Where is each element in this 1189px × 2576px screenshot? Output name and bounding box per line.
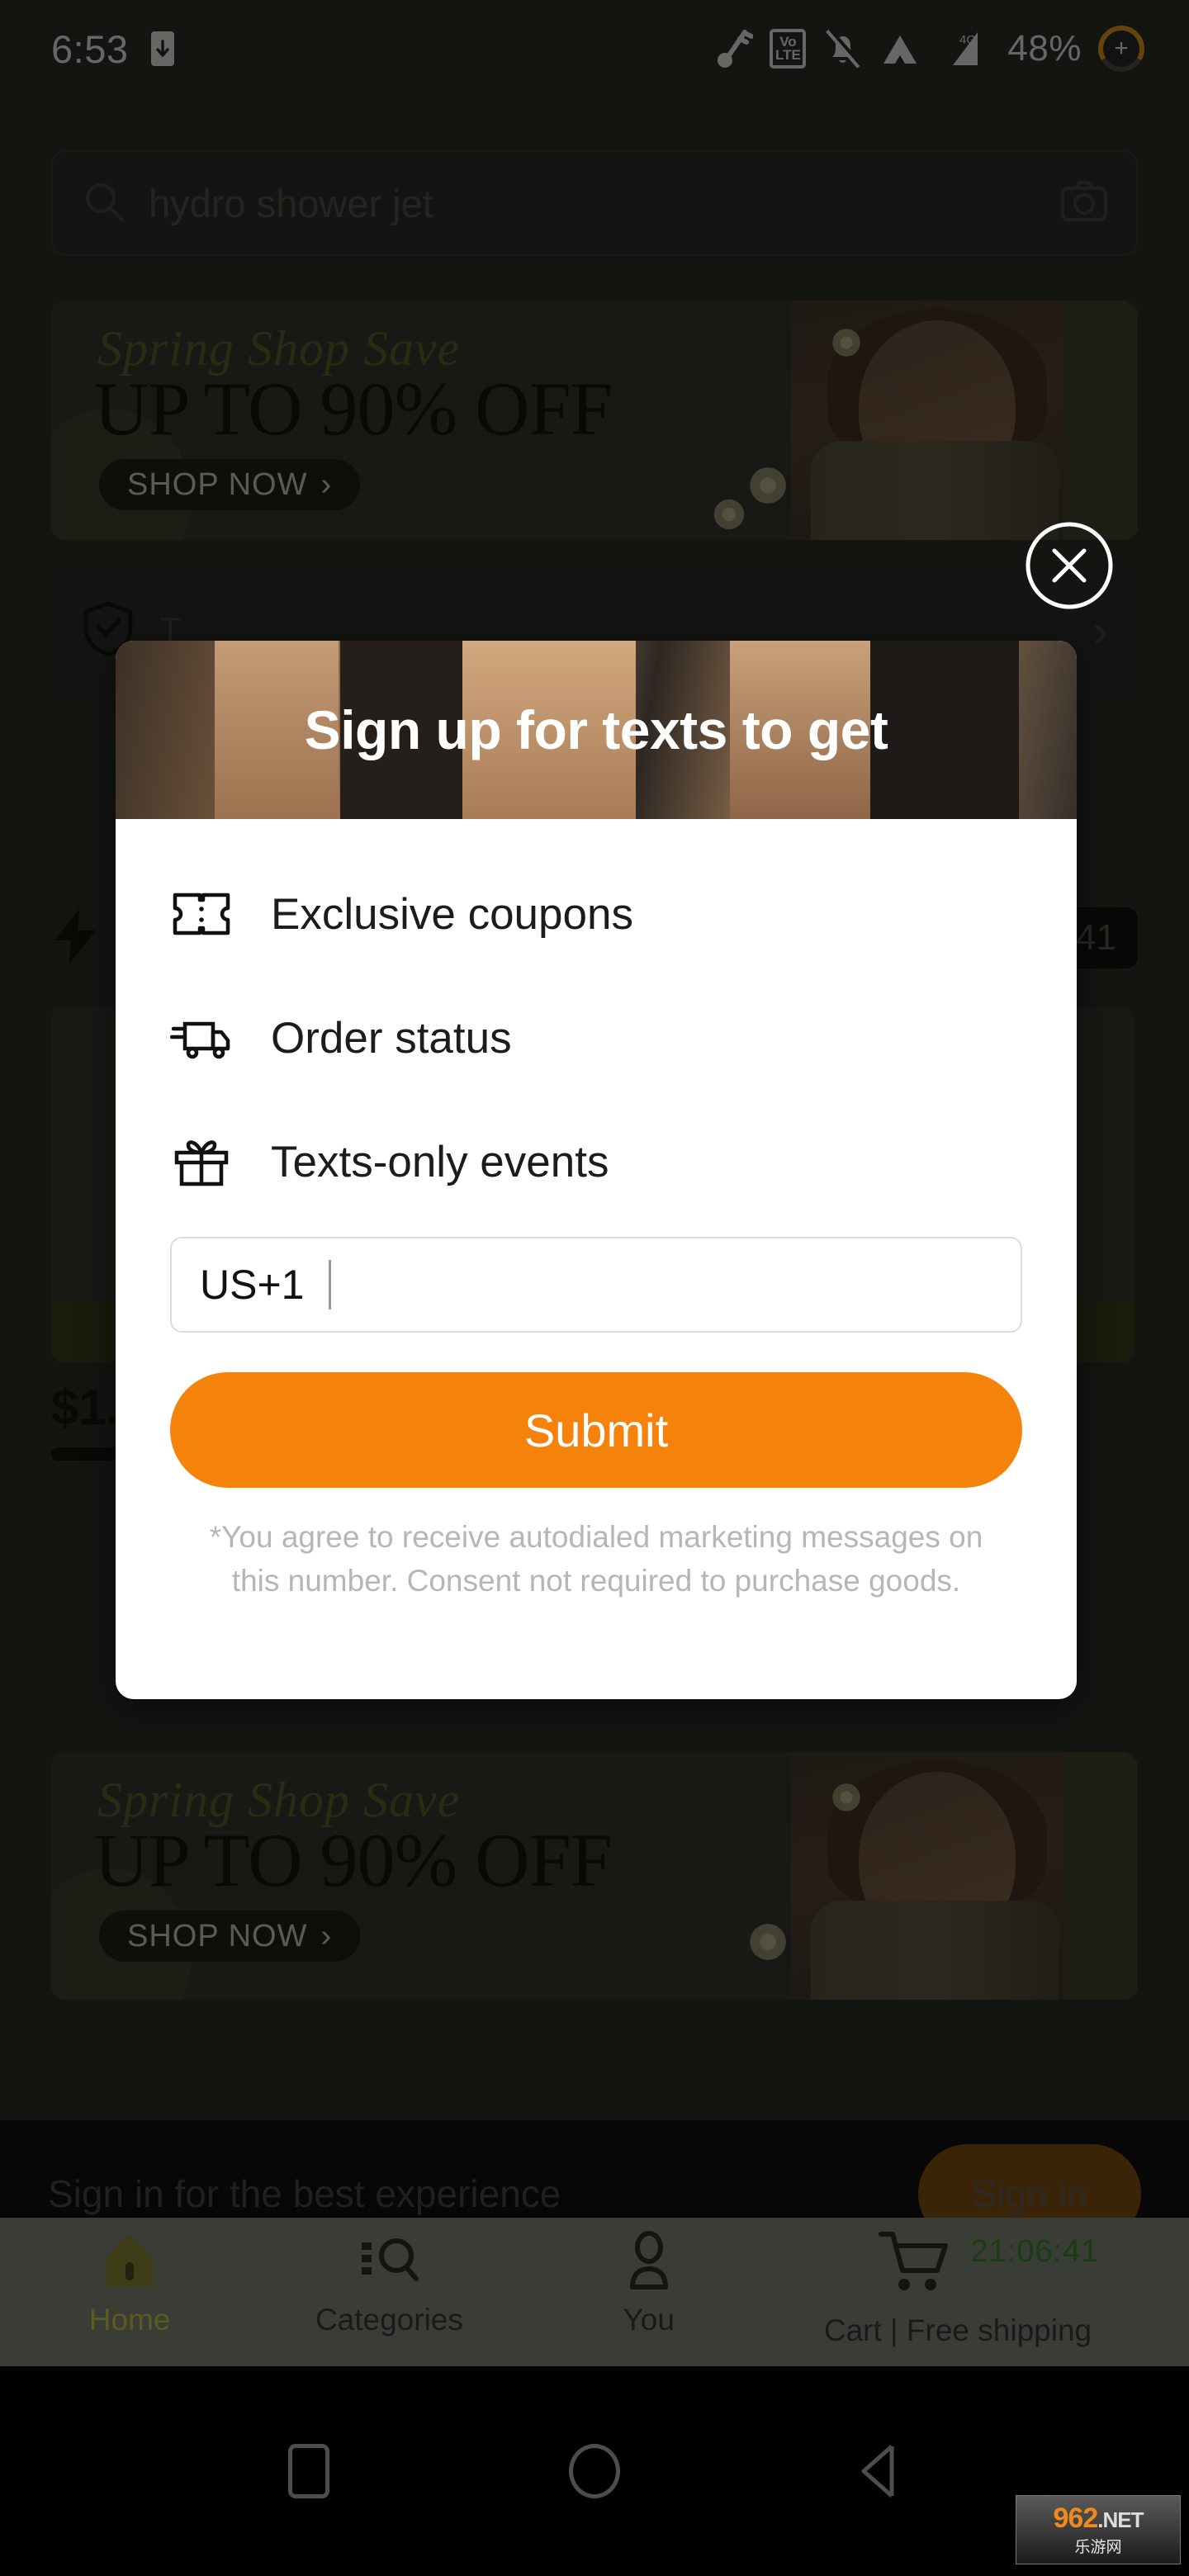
nav-label: You: [623, 2303, 675, 2337]
person-icon: [621, 2229, 677, 2296]
triangle-back-icon[interactable]: [853, 2444, 907, 2498]
text-cursor: [329, 1260, 332, 1309]
feature-label: Order status: [271, 1013, 512, 1063]
watermark-main: 962.NET: [1054, 2503, 1144, 2535]
phone-screen: 6:53 Vo LTE 4: [0, 0, 1189, 2576]
feature-row-coupons: Exclusive coupons: [170, 852, 1022, 976]
watermark-962: 962: [1053, 2503, 1099, 2534]
submit-button[interactable]: Submit: [170, 1372, 1022, 1488]
feature-row-order-status: Order status: [170, 976, 1022, 1100]
cart-countdown-timer: 21:06:41: [970, 2234, 1100, 2269]
phone-number-input[interactable]: US+1: [170, 1237, 1022, 1333]
nav-label: Categories: [315, 2303, 463, 2337]
nav-item-home[interactable]: Home: [0, 2229, 259, 2337]
categories-icon: [357, 2229, 421, 2296]
watermark-net: .NET: [1097, 2507, 1144, 2532]
nav-label: Home: [88, 2303, 171, 2337]
watermark-chinese: 乐游网: [1074, 2539, 1122, 2556]
site-watermark: 962.NET 乐游网: [1016, 2495, 1181, 2564]
modal-hero-image: Sign up for texts to get: [116, 641, 1077, 819]
feature-label: Texts-only events: [271, 1137, 609, 1186]
sms-signup-modal: Sign up for texts to get Exclusive coupo…: [116, 641, 1077, 1699]
delivery-truck-icon: [170, 1014, 233, 1062]
circle-home-icon[interactable]: [567, 2444, 622, 2498]
android-navigation-bar: [0, 2366, 1189, 2576]
modal-title: Sign up for texts to get: [304, 699, 888, 760]
close-icon: [1026, 522, 1113, 609]
feature-label: Exclusive coupons: [271, 889, 633, 939]
consent-disclaimer: *You agree to receive autodialed marketi…: [209, 1520, 983, 1598]
gift-box-icon: [170, 1136, 233, 1187]
square-recents-icon[interactable]: [282, 2444, 336, 2498]
cart-countdown-block: 21:06:41: [970, 2229, 1099, 2270]
bottom-navigation-bar: Home Categories You 21:06:41 Cart | Free…: [0, 2218, 1189, 2366]
country-code-label[interactable]: US+1: [200, 1261, 304, 1309]
coupon-ticket-icon: [170, 890, 233, 938]
close-popup-button[interactable]: [1016, 512, 1123, 619]
cart-label: Cart | Free shipping: [823, 2313, 1092, 2347]
modal-body: Exclusive coupons Order status Texts-onl…: [116, 819, 1077, 1603]
nav-item-categories[interactable]: Categories: [259, 2229, 519, 2337]
shopping-cart-icon: [876, 2229, 952, 2299]
home-icon: [100, 2229, 159, 2296]
feature-row-events: Texts-only events: [170, 1100, 1022, 1224]
nav-item-cart[interactable]: 21:06:41: [779, 2229, 1189, 2299]
